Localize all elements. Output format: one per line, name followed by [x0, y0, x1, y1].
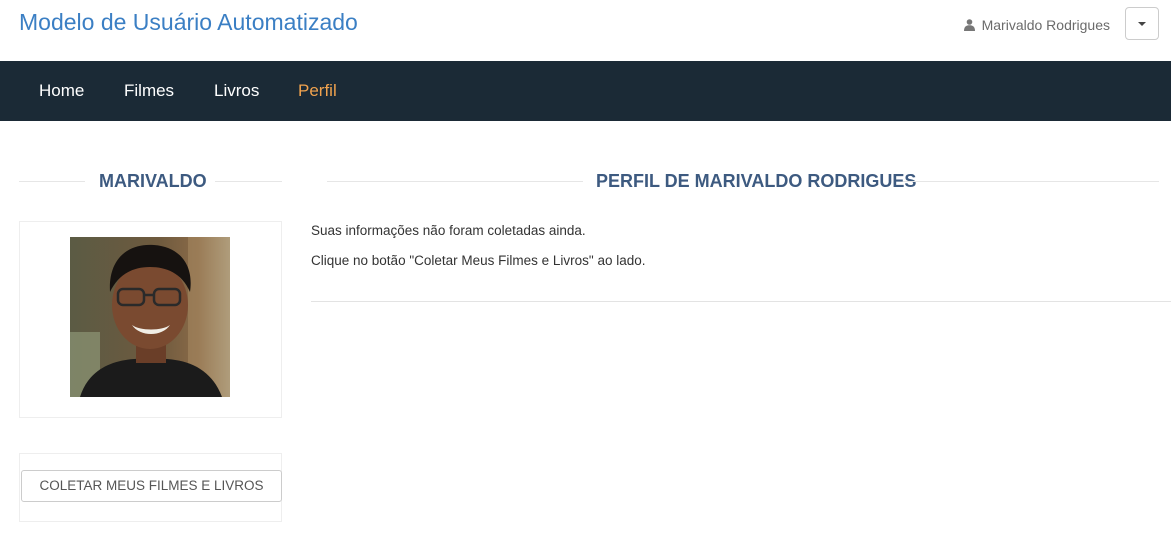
collect-movies-books-button[interactable]: Coletar Meus Filmes e Livros [21, 470, 282, 502]
dropdown-toggle-button[interactable] [1125, 7, 1159, 40]
collect-panel: Coletar Meus Filmes e Livros [19, 453, 282, 522]
main-heading: Perfil de Marivaldo Rodrigues [327, 171, 1159, 191]
heading-rule-right [903, 181, 1159, 182]
user-icon [963, 19, 975, 31]
app-title[interactable]: Modelo de Usuário Automatizado [19, 9, 358, 36]
sidebar-title: Marivaldo [99, 171, 207, 191]
nav-item-home[interactable]: Home [39, 81, 84, 101]
sidebar-heading: Marivaldo [19, 171, 282, 191]
heading-rule-left [327, 181, 583, 182]
profile-photo-panel [19, 221, 282, 418]
main-navbar: Home Filmes Livros Perfil [0, 61, 1171, 121]
heading-rule-left [19, 181, 85, 182]
nav-item-livros[interactable]: Livros [214, 81, 259, 101]
content-divider [311, 301, 1171, 302]
instruction-message: Clique no botão "Coletar Meus Filmes e L… [311, 253, 646, 268]
heading-rule-right [215, 181, 282, 182]
status-message: Suas informações não foram coletadas ain… [311, 223, 586, 238]
user-name: Marivaldo Rodrigues [981, 17, 1110, 33]
top-header: Modelo de Usuário Automatizado Marivaldo… [0, 0, 1171, 61]
avatar [70, 237, 230, 397]
nav-item-filmes[interactable]: Filmes [124, 81, 174, 101]
nav-item-perfil[interactable]: Perfil [298, 81, 337, 101]
user-menu[interactable]: Marivaldo Rodrigues [963, 17, 1110, 33]
main-title: Perfil de Marivaldo Rodrigues [596, 171, 917, 191]
caret-down-icon [1138, 21, 1146, 26]
